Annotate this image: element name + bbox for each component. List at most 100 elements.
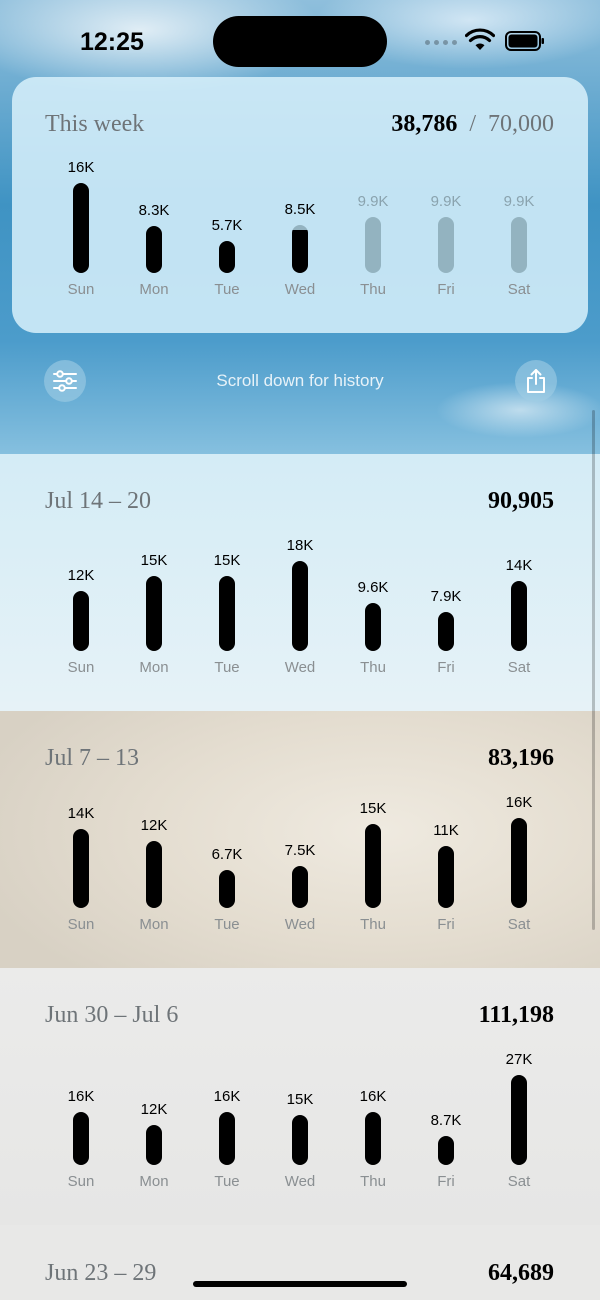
total-separator: / bbox=[469, 111, 476, 137]
bar-value-label: 5.7K bbox=[211, 216, 243, 234]
day-label: Thu bbox=[360, 916, 386, 933]
day-label: Tue bbox=[214, 1173, 240, 1190]
week-range: Jun 30 – Jul 6 bbox=[45, 1002, 179, 1028]
bar bbox=[219, 240, 235, 273]
bar bbox=[365, 217, 381, 273]
bar-value-label: 15K bbox=[359, 799, 387, 817]
bar bbox=[438, 217, 454, 273]
day-label: Sun bbox=[67, 659, 95, 676]
day-label: Tue bbox=[214, 659, 240, 676]
bar bbox=[511, 217, 527, 273]
bar bbox=[292, 865, 308, 908]
bar-value-label: 16K bbox=[67, 1087, 95, 1105]
bar bbox=[438, 846, 454, 908]
day-label: Sat bbox=[507, 916, 531, 933]
bar bbox=[146, 226, 162, 273]
bar bbox=[365, 603, 381, 651]
day-label: Mon bbox=[139, 916, 169, 933]
bar bbox=[438, 1136, 454, 1165]
day-label: Wed bbox=[284, 1173, 316, 1190]
bar-value-label: 12K bbox=[140, 1101, 168, 1118]
bar bbox=[73, 1111, 89, 1165]
bar bbox=[292, 225, 308, 273]
day-label: Sat bbox=[507, 659, 531, 676]
bar bbox=[365, 1111, 381, 1165]
day-label: Sat bbox=[507, 1173, 531, 1190]
bar bbox=[73, 829, 89, 908]
day-label: Sun bbox=[67, 1173, 95, 1190]
bar-value-label: 7.9K bbox=[430, 587, 462, 605]
bar-value-label: 12K bbox=[67, 567, 95, 584]
day-label: Tue bbox=[214, 916, 240, 933]
bar-value-label: 15K bbox=[286, 1091, 314, 1108]
day-label: Fri bbox=[437, 659, 455, 676]
share-button[interactable] bbox=[515, 360, 557, 402]
cellular-signal-icon bbox=[425, 40, 457, 45]
day-label: Fri bbox=[437, 281, 455, 298]
day-label: Thu bbox=[360, 281, 386, 298]
bar bbox=[73, 183, 89, 273]
share-icon bbox=[527, 369, 545, 393]
sliders-icon bbox=[53, 370, 77, 392]
day-label: Thu bbox=[360, 659, 386, 676]
home-indicator[interactable] bbox=[193, 1281, 407, 1287]
current-steps: 38,786 bbox=[391, 111, 458, 137]
week-total: 83,196 bbox=[488, 745, 554, 771]
day-label: Sun bbox=[67, 916, 95, 933]
day-label: Wed bbox=[284, 281, 316, 298]
scroll-hint: Scroll down for history bbox=[216, 371, 384, 390]
day-label: Thu bbox=[360, 1173, 386, 1190]
bar bbox=[292, 561, 308, 651]
week-range: Jul 7 – 13 bbox=[45, 745, 140, 771]
day-label: Sun bbox=[67, 281, 95, 298]
bar bbox=[219, 1111, 235, 1165]
this-week-title: This week bbox=[45, 111, 145, 137]
bar-value-label: 8.5K bbox=[284, 201, 316, 219]
bar-value-label: 15K bbox=[213, 552, 241, 569]
week-total: 90,905 bbox=[488, 488, 554, 514]
bar-value-label: 12K bbox=[140, 816, 168, 834]
bar bbox=[146, 576, 162, 651]
wifi-icon bbox=[465, 28, 495, 50]
bar-value-label: 15K bbox=[140, 552, 168, 569]
bar-value-label: 9.9K bbox=[430, 193, 462, 211]
scrollbar[interactable] bbox=[592, 410, 595, 930]
bar bbox=[511, 581, 527, 651]
dynamic-island bbox=[213, 16, 387, 67]
status-time: 12:25 bbox=[80, 28, 144, 56]
week-range: Jun 23 – 29 bbox=[45, 1260, 157, 1286]
bar-value-label: 16K bbox=[213, 1087, 241, 1105]
bar-value-label: 27K bbox=[505, 1051, 533, 1068]
bar-value-label: 18K bbox=[286, 537, 314, 554]
bar-value-label: 6.7K bbox=[211, 846, 243, 864]
bar bbox=[219, 870, 235, 908]
bar bbox=[292, 1115, 308, 1165]
bar-value-label: 8.7K bbox=[430, 1112, 462, 1129]
day-label: Wed bbox=[284, 659, 316, 676]
bar-value-label: 16K bbox=[67, 159, 95, 176]
goal-steps: 70,000 bbox=[488, 111, 554, 137]
bar-value-label: 14K bbox=[67, 805, 95, 823]
bar-value-label: 7.5K bbox=[284, 841, 316, 859]
day-label: Fri bbox=[437, 1173, 455, 1190]
bar-value-label: 14K bbox=[505, 557, 533, 574]
week-range: Jul 14 – 20 bbox=[45, 488, 152, 514]
bar-value-label: 8.3K bbox=[138, 202, 170, 220]
filter-button[interactable] bbox=[44, 360, 86, 402]
day-label: Mon bbox=[139, 1173, 169, 1190]
bar bbox=[511, 1075, 527, 1165]
week-total: 64,689 bbox=[488, 1260, 554, 1286]
bar bbox=[511, 818, 527, 908]
bar bbox=[365, 823, 381, 908]
day-label: Mon bbox=[139, 659, 169, 676]
bar-value-label: 16K bbox=[359, 1087, 387, 1105]
day-label: Mon bbox=[139, 281, 169, 298]
battery-icon bbox=[505, 31, 544, 51]
bar bbox=[219, 576, 235, 651]
day-label: Fri bbox=[437, 916, 455, 933]
bar-value-label: 16K bbox=[505, 794, 533, 811]
bar bbox=[438, 611, 454, 651]
history-week-4[interactable]: Jun 23 – 29 64,689 bbox=[0, 1225, 600, 1300]
this-week-total: 38,786 / 70,000 bbox=[391, 111, 554, 138]
day-label: Tue bbox=[214, 281, 240, 298]
